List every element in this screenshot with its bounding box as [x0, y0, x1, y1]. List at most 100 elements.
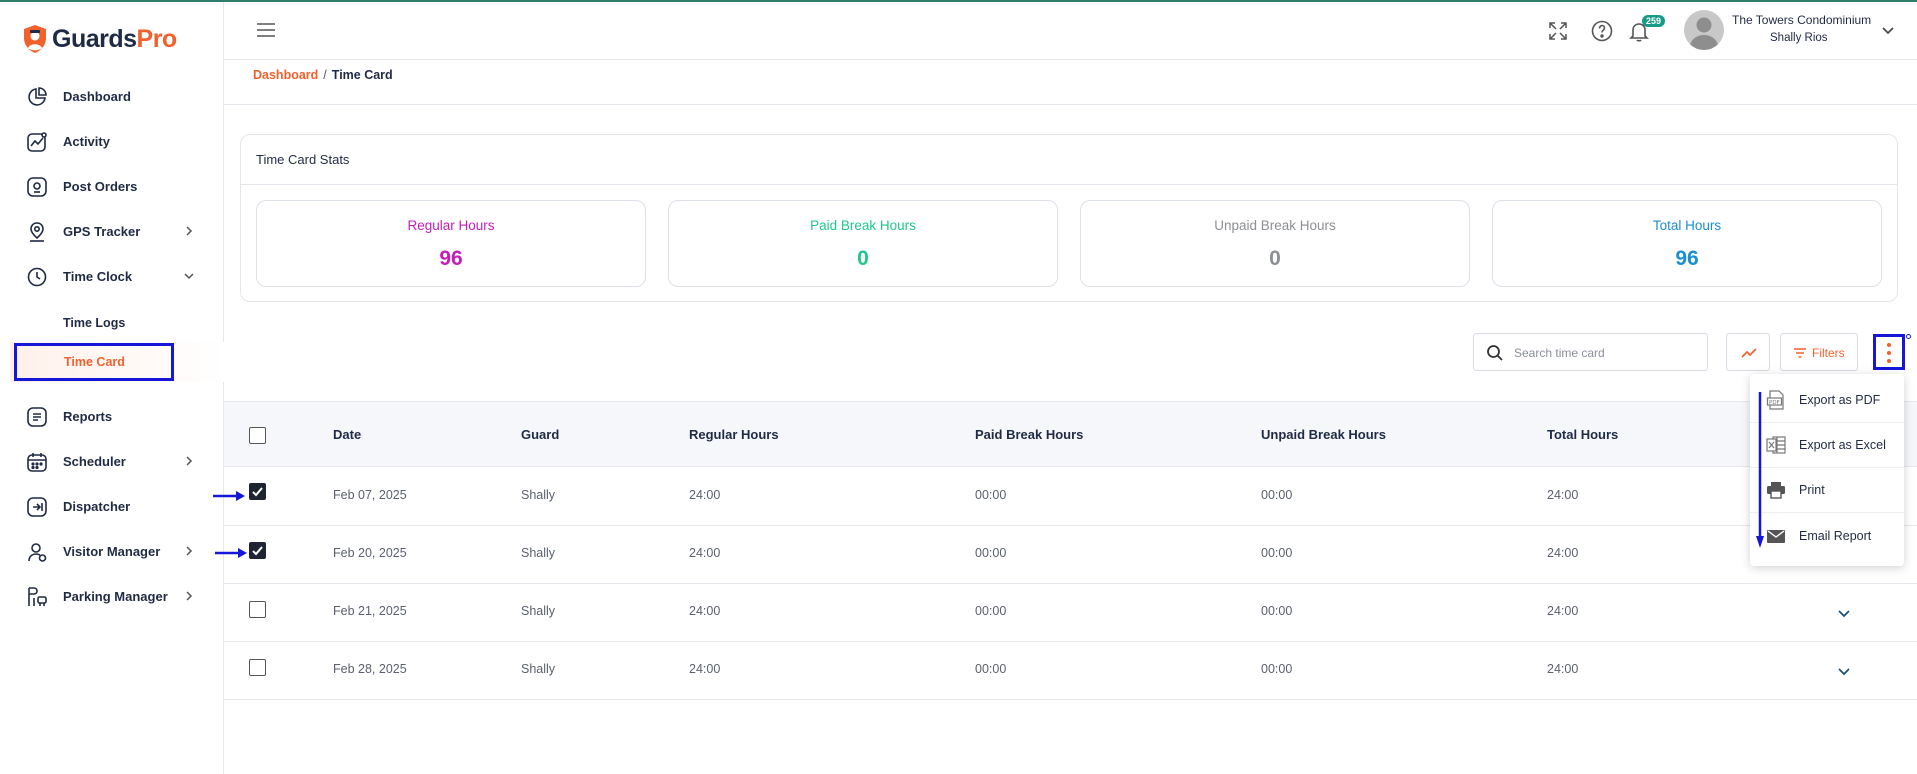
svg-text:PDF: PDF	[1769, 400, 1780, 406]
annotation-highlight-box	[14, 343, 174, 381]
expand-chevron-icon[interactable]	[1836, 605, 1852, 621]
clock-icon	[27, 267, 47, 287]
sidebar-item-dispatcher[interactable]: Dispatcher	[0, 486, 224, 526]
search-input[interactable]	[1514, 343, 1699, 363]
menu-item-export-pdf[interactable]: PDF Export as PDF	[1750, 378, 1904, 423]
column-header-date[interactable]: Date	[333, 427, 361, 442]
stat-paid-break-hours: Paid Break Hours 0	[668, 200, 1058, 287]
help-icon[interactable]	[1590, 19, 1614, 43]
annotation-dot	[1906, 334, 1911, 339]
chart-button[interactable]	[1726, 333, 1770, 371]
column-header-total-hours[interactable]: Total Hours	[1547, 427, 1618, 442]
logo[interactable]: GuardsPro	[22, 24, 177, 54]
excel-icon	[1766, 436, 1786, 454]
filters-label: Filters	[1812, 346, 1845, 360]
org-name: The Towers Condominium	[1732, 13, 1872, 27]
stat-unpaid-break-hours: Unpaid Break Hours 0	[1080, 200, 1470, 287]
menu-item-email-report[interactable]: Email Report	[1750, 514, 1904, 559]
user-name: Shally Rios	[1770, 32, 1828, 44]
sidebar-item-label: Time Clock	[63, 268, 133, 284]
divider	[224, 104, 1917, 105]
breadcrumb-separator: /	[323, 68, 327, 82]
sidebar-item-gps-tracker[interactable]: GPS Tracker	[0, 211, 224, 251]
print-icon	[1767, 482, 1785, 499]
filters-button[interactable]: Filters	[1780, 333, 1858, 371]
email-icon	[1767, 530, 1785, 543]
cell-regular-hours: 24:00	[689, 488, 721, 502]
row-checkbox[interactable]	[249, 542, 266, 559]
column-header-paid-break-hours[interactable]: Paid Break Hours	[975, 427, 1083, 442]
search-icon	[1487, 345, 1503, 361]
table-row[interactable]: Feb 21, 2025 Shally 24:00 00:00 00:00 24…	[224, 584, 1917, 642]
chevron-down-icon[interactable]	[1880, 22, 1896, 38]
expand-chevron-icon[interactable]	[1836, 663, 1852, 679]
more-options-button[interactable]	[1873, 334, 1905, 370]
breadcrumb-dashboard-link[interactable]: Dashboard	[253, 68, 318, 82]
divider	[241, 184, 1897, 185]
stat-value: 0	[857, 247, 869, 270]
top-header: 259 The Towers Condominium Shally Rios	[224, 2, 1917, 60]
sidebar-item-time-clock[interactable]: Time Clock	[0, 256, 224, 296]
select-all-checkbox[interactable]	[249, 427, 266, 444]
cell-date: Feb 28, 2025	[333, 662, 407, 676]
trend-icon	[1741, 348, 1757, 358]
stat-label: Regular Hours	[407, 218, 495, 233]
stat-label: Paid Break Hours	[810, 218, 916, 233]
sidebar-item-activity[interactable]: Activity	[0, 121, 224, 161]
export-dropdown-menu: PDF Export as PDF Export as Excel Print …	[1750, 374, 1904, 566]
row-checkbox[interactable]	[249, 659, 266, 676]
stat-regular-hours: Regular Hours 96	[256, 200, 646, 287]
cell-regular-hours: 24:00	[689, 546, 721, 560]
sidebar-subitem-time-logs[interactable]: Time Logs	[63, 316, 125, 330]
cell-date: Feb 07, 2025	[333, 488, 407, 502]
column-header-regular-hours[interactable]: Regular Hours	[689, 427, 779, 442]
table-row[interactable]: Feb 20, 2025 Shally 24:00 00:00 00:00 24…	[224, 526, 1917, 584]
avatar[interactable]	[1684, 10, 1724, 50]
cell-paid-break-hours: 00:00	[975, 604, 1007, 618]
sidebar-item-dashboard[interactable]: Dashboard	[0, 76, 224, 116]
cell-regular-hours: 24:00	[689, 604, 721, 618]
menu-item-label: Export as Excel	[1799, 438, 1886, 452]
cell-total-hours: 24:00	[1547, 662, 1579, 676]
sidebar-item-label: GPS Tracker	[63, 223, 141, 239]
annotation-arrow-icon	[1756, 392, 1764, 548]
menu-item-label: Print	[1799, 483, 1825, 497]
checkmark-icon	[252, 546, 263, 556]
checkmark-icon	[252, 487, 263, 497]
menu-item-label: Export as PDF	[1799, 393, 1881, 407]
column-header-unpaid-break-hours[interactable]: Unpaid Break Hours	[1261, 427, 1386, 442]
gps-icon	[30, 222, 44, 242]
menu-item-print[interactable]: Print	[1750, 468, 1904, 513]
chevron-right-icon	[186, 546, 193, 556]
stat-label: Unpaid Break Hours	[1214, 218, 1336, 233]
sidebar-item-label: Scheduler	[63, 453, 126, 469]
table-row[interactable]: Feb 07, 2025 Shally 24:00 00:00 00:00 24…	[224, 468, 1917, 526]
column-header-guard[interactable]: Guard	[521, 427, 559, 442]
calendar-icon	[27, 453, 47, 472]
breadcrumb: Dashboard / Time Card	[253, 68, 393, 82]
parking-icon	[28, 587, 47, 606]
sidebar-item-label: Dispatcher	[63, 498, 131, 514]
fullscreen-icon[interactable]	[1546, 19, 1570, 43]
sidebar-item-label: Visitor Manager	[63, 543, 161, 559]
sidebar-item-post-orders[interactable]: Post Orders	[0, 166, 224, 206]
logo-text: GuardsPro	[52, 24, 177, 53]
sidebar-item-scheduler[interactable]: Scheduler	[0, 441, 224, 481]
row-checkbox[interactable]	[249, 601, 266, 618]
kebab-dot-icon	[1887, 351, 1891, 355]
dashboard-icon	[28, 87, 47, 106]
hamburger-menu-icon[interactable]	[256, 22, 276, 38]
sidebar-item-reports[interactable]: Reports	[0, 396, 224, 436]
stat-label: Total Hours	[1652, 218, 1722, 233]
menu-item-export-excel[interactable]: Export as Excel	[1750, 423, 1904, 468]
kebab-dot-icon	[1887, 359, 1891, 363]
activity-icon	[27, 132, 47, 152]
row-checkbox[interactable]	[249, 483, 266, 500]
cell-total-hours: 24:00	[1547, 488, 1579, 502]
table-row[interactable]: Feb 28, 2025 Shally 24:00 00:00 00:00 24…	[224, 642, 1917, 700]
sidebar-item-parking-manager[interactable]: Parking Manager	[0, 576, 224, 616]
cell-total-hours: 24:00	[1547, 546, 1579, 560]
cell-unpaid-break-hours: 00:00	[1261, 662, 1293, 676]
search-box	[1473, 333, 1708, 371]
sidebar-item-visitor-manager[interactable]: Visitor Manager	[0, 531, 224, 571]
